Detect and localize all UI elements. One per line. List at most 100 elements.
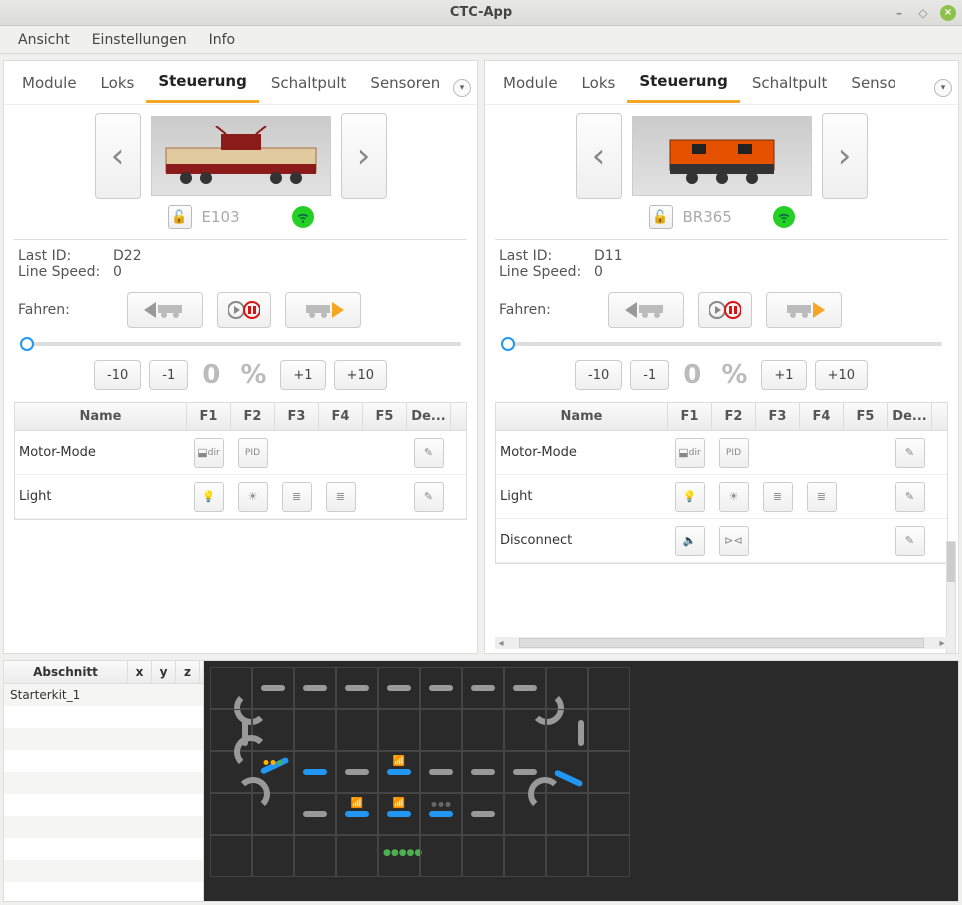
next-loco-button[interactable]: ›: [822, 113, 868, 199]
drive-reverse-button[interactable]: [127, 292, 203, 328]
func-dir-button[interactable]: ⬓dir: [194, 438, 224, 468]
func-bulb-button[interactable]: 💡: [194, 482, 224, 512]
col-de[interactable]: De...: [888, 403, 932, 430]
speed-minus-1-button[interactable]: -1: [630, 360, 669, 390]
loco-icon: [156, 301, 186, 319]
horizontal-scrollbar[interactable]: [519, 638, 924, 648]
edit-button[interactable]: ✎: [895, 438, 925, 468]
col-f4[interactable]: F4: [800, 403, 844, 430]
func-dir-button[interactable]: ⬓dir: [675, 438, 705, 468]
col-de[interactable]: De...: [407, 403, 451, 430]
window-titlebar: CTC-App – ◇ ×: [0, 0, 962, 26]
col-f2[interactable]: F2: [231, 403, 275, 430]
func-name: Motor-Mode: [15, 441, 187, 464]
tab-module[interactable]: Module: [10, 64, 89, 102]
slider-thumb[interactable]: [501, 337, 515, 351]
slider-thumb[interactable]: [20, 337, 34, 351]
col-name[interactable]: Name: [15, 403, 187, 430]
speed-plus-10-button[interactable]: +10: [815, 360, 868, 390]
loco-name: E103: [202, 208, 282, 226]
prev-loco-button[interactable]: ‹: [95, 113, 141, 199]
func-bulb-button[interactable]: 💡: [675, 482, 705, 512]
table-row: Light 💡 ☀ ≣ ≣ ✎: [15, 475, 466, 519]
edit-button[interactable]: ✎: [414, 438, 444, 468]
func-name: Motor-Mode: [496, 441, 668, 464]
col-z[interactable]: z: [176, 661, 200, 683]
col-f3[interactable]: F3: [275, 403, 319, 430]
func-beam2-button[interactable]: ≣: [807, 482, 837, 512]
prev-loco-button[interactable]: ‹: [576, 113, 622, 199]
menu-einstellungen[interactable]: Einstellungen: [92, 32, 187, 48]
menu-ansicht[interactable]: Ansicht: [18, 32, 70, 48]
edit-button[interactable]: ✎: [895, 526, 925, 556]
play-pause-button[interactable]: [698, 292, 752, 328]
tab-overflow-icon[interactable]: ▾: [453, 79, 471, 97]
window-close-icon[interactable]: ×: [940, 5, 956, 21]
col-f4[interactable]: F4: [319, 403, 363, 430]
speed-minus-1-button[interactable]: -1: [149, 360, 188, 390]
scroll-right-icon[interactable]: ▸: [936, 638, 948, 649]
drive-forward-button[interactable]: [285, 292, 361, 328]
tab-steuerung[interactable]: Steuerung: [627, 62, 740, 103]
func-name: Disconnect: [496, 529, 668, 552]
col-y[interactable]: y: [152, 661, 176, 683]
speed-plus-10-button[interactable]: +10: [334, 360, 387, 390]
func-beam-button[interactable]: ≣: [763, 482, 793, 512]
col-abschnitt[interactable]: Abschnitt: [4, 661, 128, 683]
col-f1[interactable]: F1: [668, 403, 712, 430]
edit-button[interactable]: ✎: [414, 482, 444, 512]
tab-sensoren[interactable]: Sensoren: [358, 64, 452, 102]
scroll-left-icon[interactable]: ◂: [495, 638, 507, 649]
func-beam2-button[interactable]: ≣: [326, 482, 356, 512]
window-maximize-icon[interactable]: ◇: [916, 6, 930, 20]
wifi-status-icon: [292, 206, 314, 228]
speed-value: 0: [683, 360, 701, 390]
func-rays-button[interactable]: ☀: [238, 482, 268, 512]
func-name: Light: [15, 485, 187, 508]
tab-module[interactable]: Module: [491, 64, 570, 102]
drive-reverse-button[interactable]: [608, 292, 684, 328]
tab-schaltpult[interactable]: Schaltpult: [740, 64, 840, 102]
func-rays-button[interactable]: ☀: [719, 482, 749, 512]
col-name[interactable]: Name: [496, 403, 668, 430]
speed-plus-1-button[interactable]: +1: [761, 360, 806, 390]
func-beam-button[interactable]: ≣: [282, 482, 312, 512]
beam-icon: ≣: [336, 490, 345, 503]
tab-schaltpult[interactable]: Schaltpult: [259, 64, 359, 102]
lock-button[interactable]: 🔓: [649, 205, 673, 229]
speed-plus-1-button[interactable]: +1: [280, 360, 325, 390]
next-loco-button[interactable]: ›: [341, 113, 387, 199]
tab-loks[interactable]: Loks: [89, 64, 147, 102]
speed-minus-10-button[interactable]: -10: [94, 360, 141, 390]
edit-button[interactable]: ✎: [895, 482, 925, 512]
col-f3[interactable]: F3: [756, 403, 800, 430]
line-speed-value: 0: [594, 264, 634, 280]
section-table: Abschnitt x y z Starterkit_1: [4, 661, 204, 901]
tab-sensoren[interactable]: Sensoren: [839, 64, 895, 102]
col-f5[interactable]: F5: [363, 403, 407, 430]
speed-slider[interactable]: [4, 334, 477, 354]
func-couple-button[interactable]: ⊳⊲: [719, 526, 749, 556]
speed-minus-10-button[interactable]: -10: [575, 360, 622, 390]
table-row[interactable]: Starterkit_1: [4, 684, 203, 706]
col-x[interactable]: x: [128, 661, 152, 683]
lock-button[interactable]: 🔓: [168, 205, 192, 229]
tab-steuerung[interactable]: Steuerung: [146, 62, 259, 103]
play-pause-button[interactable]: [217, 292, 271, 328]
menu-info[interactable]: Info: [209, 32, 236, 48]
col-f5[interactable]: F5: [844, 403, 888, 430]
window-minimize-icon[interactable]: –: [892, 6, 906, 20]
chevron-right-icon: ›: [357, 136, 371, 176]
tab-overflow-icon[interactable]: ▾: [934, 79, 952, 97]
col-f2[interactable]: F2: [712, 403, 756, 430]
track-canvas[interactable]: 📶 📶 📶 ●●●●●: [204, 661, 958, 901]
col-f1[interactable]: F1: [187, 403, 231, 430]
func-pid-button[interactable]: PID: [719, 438, 749, 468]
reverse-icon: [144, 302, 156, 318]
last-id-value: D22: [113, 248, 153, 264]
speed-slider[interactable]: [485, 334, 958, 354]
func-speaker-button[interactable]: 🔈: [675, 526, 705, 556]
drive-forward-button[interactable]: [766, 292, 842, 328]
func-pid-button[interactable]: PID: [238, 438, 268, 468]
tab-loks[interactable]: Loks: [570, 64, 628, 102]
